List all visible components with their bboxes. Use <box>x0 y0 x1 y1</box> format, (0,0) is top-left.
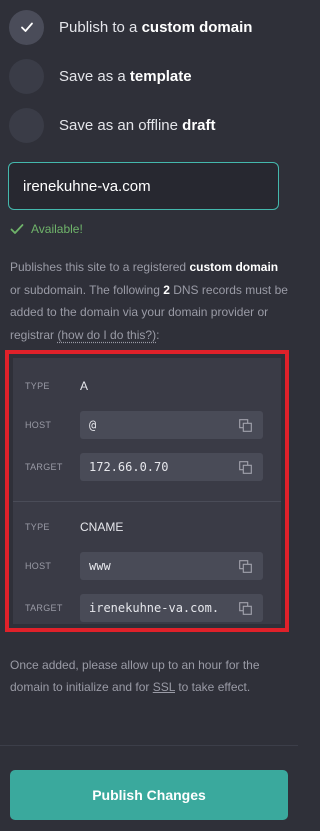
record-divider <box>13 501 281 502</box>
copy-icon[interactable] <box>239 602 252 615</box>
availability-status: Available! <box>10 222 83 236</box>
host-label: HOST <box>25 420 52 430</box>
target-value: irenekuhne-va.com. <box>89 601 220 615</box>
availability-text: Available! <box>31 222 83 236</box>
record-type: CNAME <box>80 520 124 534</box>
how-to-link[interactable]: (how do I do this?) <box>57 328 156 342</box>
copy-icon[interactable] <box>239 560 252 573</box>
dns-host-row: HOST www <box>13 551 281 581</box>
checkmark-icon <box>9 9 44 45</box>
option-offline-draft[interactable]: Save as an offline draft <box>9 107 289 143</box>
option-label: Publish to a custom domain <box>59 18 253 36</box>
copy-icon[interactable] <box>239 461 252 474</box>
target-label: TARGET <box>25 462 63 472</box>
ssl-link[interactable]: SSL <box>153 680 175 694</box>
host-field[interactable]: @ <box>80 411 263 439</box>
option-custom-domain[interactable]: Publish to a custom domain <box>9 9 289 45</box>
host-value: www <box>89 559 111 573</box>
publish-description: Publishes this site to a registered cust… <box>10 260 288 342</box>
domain-input[interactable] <box>8 162 279 210</box>
option-label: Save as a template <box>59 67 192 85</box>
check-icon <box>10 224 24 234</box>
type-label: TYPE <box>25 381 50 391</box>
copy-icon[interactable] <box>239 419 252 432</box>
dns-target-row: TARGET irenekuhne-va.com. <box>13 593 281 623</box>
dns-records-highlight: TYPE A HOST @ TARGET 172.66.0.70 TYPE CN… <box>5 350 289 632</box>
dns-host-row: HOST @ <box>13 410 281 440</box>
ssl-note: Once added, please allow up to an hour f… <box>10 658 260 694</box>
target-label: TARGET <box>25 603 63 613</box>
target-field[interactable]: irenekuhne-va.com. <box>80 594 263 622</box>
option-label: Save as an offline draft <box>59 116 216 134</box>
dns-target-row: TARGET 172.66.0.70 <box>13 452 281 482</box>
target-value: 172.66.0.70 <box>89 460 169 474</box>
host-field[interactable]: www <box>80 552 263 580</box>
host-value: @ <box>89 418 97 432</box>
publish-changes-button[interactable]: Publish Changes <box>10 770 288 820</box>
host-label: HOST <box>25 561 52 571</box>
option-template[interactable]: Save as a template <box>9 58 289 94</box>
radio-circle <box>9 58 44 94</box>
type-label: TYPE <box>25 522 50 532</box>
footer-divider <box>0 745 298 746</box>
record-type: A <box>80 379 89 393</box>
radio-circle <box>9 107 44 143</box>
dns-records-panel: TYPE A HOST @ TARGET 172.66.0.70 TYPE CN… <box>13 358 281 624</box>
target-field[interactable]: 172.66.0.70 <box>80 453 263 481</box>
dns-type-row: TYPE A <box>13 371 281 401</box>
dns-type-row: TYPE CNAME <box>13 512 281 542</box>
